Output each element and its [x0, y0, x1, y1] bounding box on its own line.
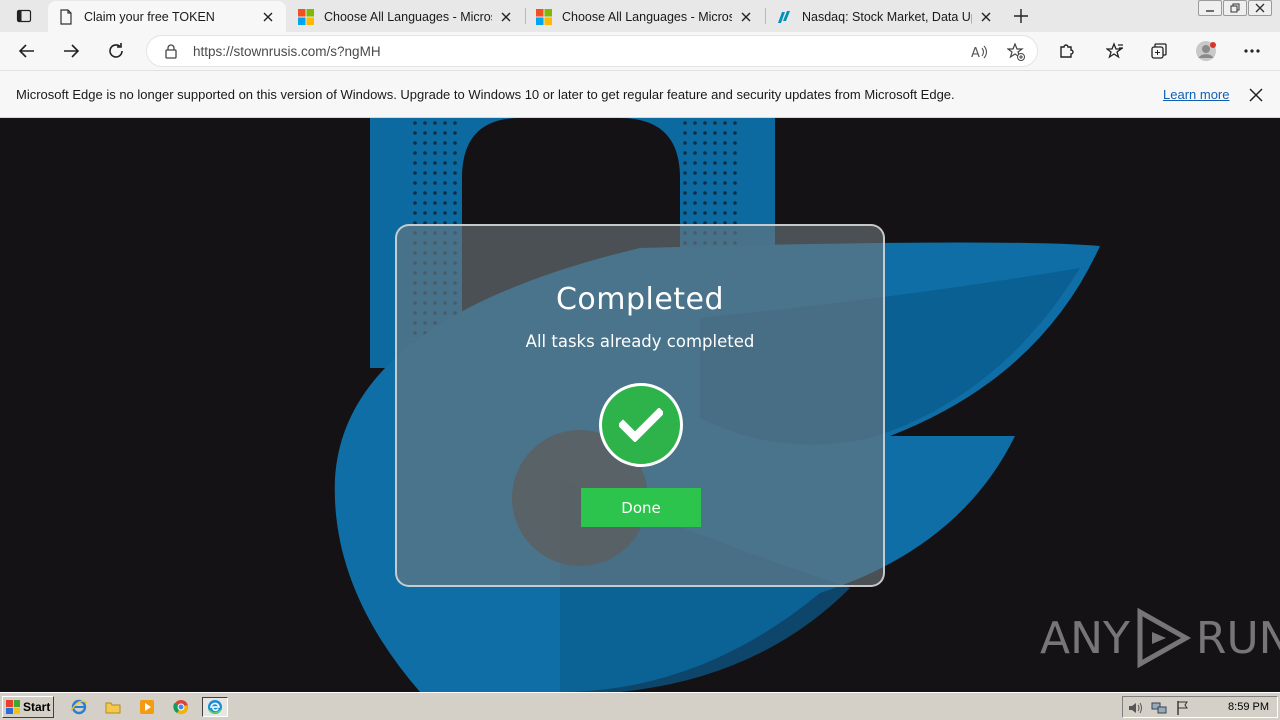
tab-strip: Claim your free TOKEN Choose All Languag…: [0, 0, 1280, 32]
window-controls: [1197, 0, 1272, 18]
refresh-button[interactable]: [100, 35, 132, 67]
arrow-left-icon: [18, 44, 34, 58]
url-text[interactable]: https://stownrusis.com/s?ngMH: [193, 44, 381, 59]
refresh-icon: [109, 43, 123, 58]
microsoft-logo-icon: [298, 8, 314, 25]
tab-actions-icon: [16, 9, 32, 23]
done-button[interactable]: Done: [581, 488, 701, 527]
chrome-icon[interactable]: [170, 697, 192, 717]
windows-taskbar: Start 8:59 PM: [0, 692, 1280, 720]
tab-title: Claim your free TOKEN: [84, 9, 215, 24]
system-tray: 8:59 PM: [1122, 696, 1278, 718]
tab-claim-token[interactable]: Claim your free TOKEN: [48, 1, 286, 32]
restore-button[interactable]: [1223, 0, 1247, 16]
edge-taskbar-icon[interactable]: [202, 697, 228, 717]
tab-choose-languages-2[interactable]: Choose All Languages - Microsoft: [526, 1, 764, 32]
collections-button[interactable]: [1143, 35, 1175, 67]
start-button[interactable]: Start: [2, 696, 54, 718]
tab-title: Choose All Languages - Microsoft: [324, 9, 492, 24]
minimize-icon: [1206, 10, 1214, 12]
volume-icon[interactable]: [1127, 700, 1143, 716]
favorites-icon: [1106, 42, 1123, 59]
plus-icon: [1014, 9, 1028, 23]
modal-subtitle: All tasks already completed: [525, 332, 755, 351]
play-icon: [1137, 608, 1191, 668]
close-tab-icon[interactable]: [260, 9, 276, 25]
completed-modal: Completed All tasks already completed Do…: [395, 224, 885, 587]
start-label: Start: [23, 700, 51, 714]
svg-text:A: A: [971, 46, 980, 60]
puzzle-icon: [1060, 44, 1074, 58]
tab-actions-button[interactable]: [8, 4, 40, 28]
forward-button[interactable]: [55, 35, 87, 67]
close-icon: [1249, 88, 1263, 102]
watermark-text-run: RUN: [1195, 612, 1280, 664]
new-tab-button[interactable]: [1008, 4, 1034, 28]
favorites-button[interactable]: [1099, 35, 1131, 67]
close-tab-icon[interactable]: [498, 9, 514, 25]
browser-toolbar: https://stownrusis.com/s?ngMH A: [0, 32, 1280, 70]
nasdaq-logo-icon: [776, 9, 792, 25]
add-favorite-icon[interactable]: [1007, 43, 1025, 61]
address-bar[interactable]: https://stownrusis.com/s?ngMH A: [146, 35, 1038, 67]
close-window-button[interactable]: [1248, 0, 1272, 16]
close-tab-icon[interactable]: [978, 9, 994, 25]
more-options-icon: [1244, 49, 1260, 53]
tab-title: Nasdaq: Stock Market, Data Updates: [802, 9, 972, 24]
lock-icon[interactable]: [163, 43, 179, 59]
unsupported-windows-infobar: Microsoft Edge is no longer supported on…: [0, 70, 1280, 118]
microsoft-logo-icon: [536, 8, 552, 25]
modal-title: Completed: [555, 282, 725, 317]
taskbar-clock[interactable]: 8:59 PM: [1228, 701, 1269, 713]
page-icon: [58, 8, 74, 25]
media-player-icon[interactable]: [136, 697, 158, 717]
restore-icon: [1230, 3, 1240, 13]
checkmark-icon: [599, 383, 683, 467]
back-button[interactable]: [11, 35, 43, 67]
anyrun-watermark: ANY RUN: [1040, 608, 1280, 668]
internet-explorer-icon[interactable]: [68, 697, 90, 717]
tab-nasdaq[interactable]: Nasdaq: Stock Market, Data Updates: [766, 1, 1004, 32]
settings-menu-button[interactable]: [1236, 35, 1268, 67]
tab-choose-languages-1[interactable]: Choose All Languages - Microsoft: [288, 1, 524, 32]
tab-title: Choose All Languages - Microsoft: [562, 9, 732, 24]
close-icon: [1255, 3, 1265, 13]
close-infobar-button[interactable]: [1246, 85, 1266, 105]
windows-logo-icon: [6, 700, 20, 714]
collections-icon: [1151, 43, 1167, 59]
arrow-right-icon: [64, 44, 80, 58]
extensions-button[interactable]: [1051, 35, 1083, 67]
web-page-content: Completed All tasks already completed Do…: [0, 118, 1280, 692]
profile-button[interactable]: [1190, 35, 1222, 67]
infobar-message: Microsoft Edge is no longer supported on…: [16, 87, 955, 102]
watermark-text-any: ANY: [1040, 612, 1130, 664]
learn-more-link[interactable]: Learn more: [1163, 87, 1229, 102]
close-tab-icon[interactable]: [738, 9, 754, 25]
avatar-icon: [1196, 41, 1216, 61]
file-explorer-icon[interactable]: [102, 697, 124, 717]
flag-icon[interactable]: [1175, 700, 1191, 716]
network-icon[interactable]: [1151, 700, 1167, 716]
read-aloud-icon[interactable]: A: [971, 43, 989, 61]
minimize-button[interactable]: [1198, 0, 1222, 16]
